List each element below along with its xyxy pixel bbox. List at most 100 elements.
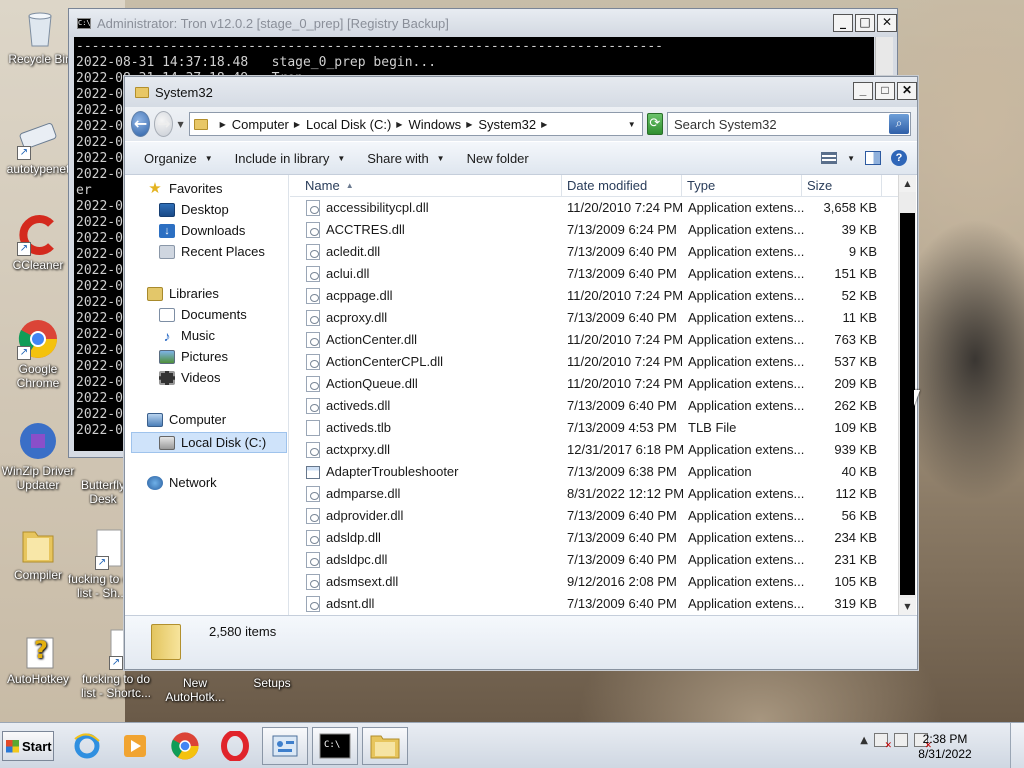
show-hidden-icons-icon[interactable]: ▲ — [860, 735, 868, 746]
taskbar-control-panel[interactable] — [262, 727, 308, 765]
nav-network[interactable]: Network — [147, 475, 217, 490]
taskbar-chrome[interactable] — [162, 727, 208, 765]
preview-pane-icon[interactable] — [865, 151, 881, 165]
file-row[interactable]: aclui.dll 7/13/2009 6:40 PM Application ex… — [290, 263, 898, 285]
scroll-down-button[interactable]: ▼ — [899, 598, 916, 615]
file-row[interactable]: adsmsext.dll 9/12/2016 2:08 PM Application… — [290, 571, 898, 593]
explorer-body: ★ Favorites Desktop ↓ Downloads Recent Pla… — [125, 175, 917, 615]
desktop-icon-autotypenet[interactable]: ↗ autotypenet — [0, 118, 78, 176]
nav-libraries[interactable]: Libraries — [147, 286, 219, 301]
nav-videos[interactable]: Videos — [159, 370, 221, 385]
column-type[interactable]: Type — [682, 175, 802, 197]
recent-pages-dropdown[interactable]: ▼ — [177, 120, 184, 129]
file-type: Application extens... — [688, 310, 805, 325]
file-row[interactable]: accessibilitycpl.dll 11/20/2010 7:24 PM Ap… — [290, 197, 898, 219]
file-row[interactable]: ActionCenter.dll 11/20/2010 7:24 PM Applic… — [290, 329, 898, 351]
file-row[interactable]: adsnt.dll 7/13/2009 6:40 PM Application ex… — [290, 593, 898, 615]
minimize-button[interactable]: _ — [833, 14, 853, 32]
file-row[interactable]: activeds.dll 7/13/2009 6:40 PM Application… — [290, 395, 898, 417]
organize-menu[interactable]: Organize ▼ — [133, 151, 224, 166]
nav-computer[interactable]: Computer — [147, 412, 226, 427]
breadcrumb-local-disk[interactable]: Local Disk (C:) ▶ — [306, 117, 402, 132]
show-desktop-button[interactable] — [1010, 723, 1024, 768]
search-icon[interactable]: ⌕ — [889, 114, 909, 134]
search-input[interactable]: Search System32 ⌕ — [667, 112, 911, 136]
nav-music[interactable]: ♪ Music — [159, 328, 215, 343]
file-type: Application extens... — [688, 442, 805, 457]
file-row[interactable]: acppage.dll 11/20/2010 7:24 PM Application… — [290, 285, 898, 307]
taskbar-command-prompt[interactable]: C:\ — [312, 727, 358, 765]
file-row[interactable]: AdapterTroubleshooter 7/13/2009 6:38 PM Ap… — [290, 461, 898, 483]
close-button[interactable]: ✕ — [897, 82, 917, 100]
file-date: 11/20/2010 7:24 PM — [567, 200, 684, 215]
file-row[interactable]: ActionQueue.dll 11/20/2010 7:24 PM Applica… — [290, 373, 898, 395]
address-dropdown-icon[interactable]: ▼ — [628, 120, 636, 129]
file-list[interactable]: Name ▲ Date modified Type Size accessibil… — [290, 175, 917, 615]
forward-button[interactable]: → — [154, 111, 174, 137]
desktop-icon-autohotkey[interactable]: ? AutoHotkey — [0, 628, 78, 686]
minimize-button[interactable]: _ — [853, 82, 873, 100]
file-row[interactable]: admparse.dll 8/31/2022 12:12 PM Applicatio… — [290, 483, 898, 505]
column-size[interactable]: Size — [802, 175, 882, 197]
desktop-icon-google-chrome[interactable]: ↗ Google Chrome — [0, 318, 78, 390]
file-row[interactable]: ActionCenterCPL.dll 11/20/2010 7:24 PM App… — [290, 351, 898, 373]
change-view-icon[interactable] — [821, 152, 838, 164]
file-row[interactable]: acledit.dll 7/13/2009 6:40 PM Application … — [290, 241, 898, 263]
nav-documents[interactable]: Documents — [159, 307, 247, 322]
view-dropdown-icon[interactable]: ▼ — [847, 154, 855, 163]
breadcrumb-windows[interactable]: Windows ▶ — [408, 117, 472, 132]
include-in-library-menu[interactable]: Include in library ▼ — [224, 151, 357, 166]
file-name-cell: adsmsext.dll — [306, 571, 564, 593]
start-button[interactable]: Start — [2, 731, 54, 761]
maximize-button[interactable]: □ — [875, 82, 895, 100]
file-row[interactable]: acproxy.dll 7/13/2009 6:40 PM Application … — [290, 307, 898, 329]
close-button[interactable]: ✕ — [877, 14, 897, 32]
file-row[interactable]: adsldpc.dll 7/13/2009 6:40 PM Application … — [290, 549, 898, 571]
file-icon — [306, 420, 320, 436]
desktop-icon-winzip-driver-updater[interactable]: WinZip Driver Updater — [0, 420, 78, 492]
file-name: activeds.tlb — [326, 420, 392, 435]
address-bar[interactable]: ▶ Computer ▶ Local Disk (C:) ▶ Windows ▶ Sy… — [188, 112, 643, 136]
taskbar-opera[interactable] — [212, 727, 258, 765]
explorer-window[interactable]: System32 _ □ ✕ ← → ▼ ▶ Computer ▶ Local D… — [124, 76, 918, 670]
navigation-pane[interactable]: ★ Favorites Desktop ↓ Downloads Recent Pla… — [125, 175, 289, 615]
taskbar-clock[interactable]: 2:38 PM 8/31/2022 — [910, 732, 980, 762]
explorer-titlebar[interactable]: System32 _ □ ✕ — [125, 77, 917, 107]
nav-favorites[interactable]: ★ Favorites — [147, 181, 222, 197]
nav-pictures[interactable]: Pictures — [159, 349, 228, 364]
nav-downloads[interactable]: ↓ Downloads — [159, 223, 245, 238]
scroll-up-button[interactable]: ▲ — [899, 175, 916, 192]
share-with-menu[interactable]: Share with ▼ — [356, 151, 455, 166]
desktop-icon-ccleaner[interactable]: ↗ CCleaner — [0, 214, 78, 272]
help-icon[interactable]: ? — [891, 150, 907, 166]
scroll-thumb[interactable] — [900, 213, 915, 595]
chrome-icon: ↗ — [17, 318, 59, 360]
refresh-button[interactable]: ⟳ — [646, 113, 663, 135]
action-center-icon[interactable] — [874, 733, 892, 751]
column-date-modified[interactable]: Date modified — [562, 175, 682, 197]
column-name[interactable]: Name ▲ — [300, 175, 562, 197]
maximize-button[interactable]: □ — [855, 14, 875, 32]
network-status-icon[interactable] — [894, 733, 908, 747]
file-row[interactable]: activeds.tlb 7/13/2009 4:53 PM TLB File 109… — [290, 417, 898, 439]
file-row[interactable]: ACCTRES.dll 7/13/2009 6:24 PM Application … — [290, 219, 898, 241]
file-row[interactable]: adsldp.dll 7/13/2009 6:40 PM Application e… — [290, 527, 898, 549]
file-row[interactable]: adprovider.dll 7/13/2009 6:40 PM Applicati… — [290, 505, 898, 527]
file-row[interactable]: actxprxy.dll 12/31/2017 6:18 PM Applicatio… — [290, 439, 898, 461]
nav-desktop[interactable]: Desktop — [159, 202, 229, 217]
desktop-icon-new-autohotkey[interactable]: New AutoHotk... — [155, 676, 235, 704]
console-titlebar[interactable]: C:\ Administrator: Tron v12.0.2 [stage_0… — [69, 9, 897, 37]
new-folder-button[interactable]: New folder — [456, 151, 540, 166]
folder-icon — [193, 118, 208, 130]
taskbar-explorer[interactable] — [362, 727, 408, 765]
desktop-icon-setups[interactable]: Setups — [232, 676, 312, 690]
nav-local-disk[interactable]: Local Disk (C:) — [131, 432, 287, 453]
breadcrumb-computer[interactable]: Computer ▶ — [232, 117, 300, 132]
chevron-icon[interactable]: ▶ — [220, 120, 226, 129]
file-name: activeds.dll — [326, 398, 391, 413]
taskbar-media-player[interactable] — [112, 727, 158, 765]
taskbar-internet-explorer[interactable] — [64, 727, 110, 765]
back-button[interactable]: ← — [131, 111, 151, 137]
nav-recent-places[interactable]: Recent Places — [159, 244, 265, 259]
breadcrumb-system32[interactable]: System32 ▶ — [478, 117, 547, 132]
